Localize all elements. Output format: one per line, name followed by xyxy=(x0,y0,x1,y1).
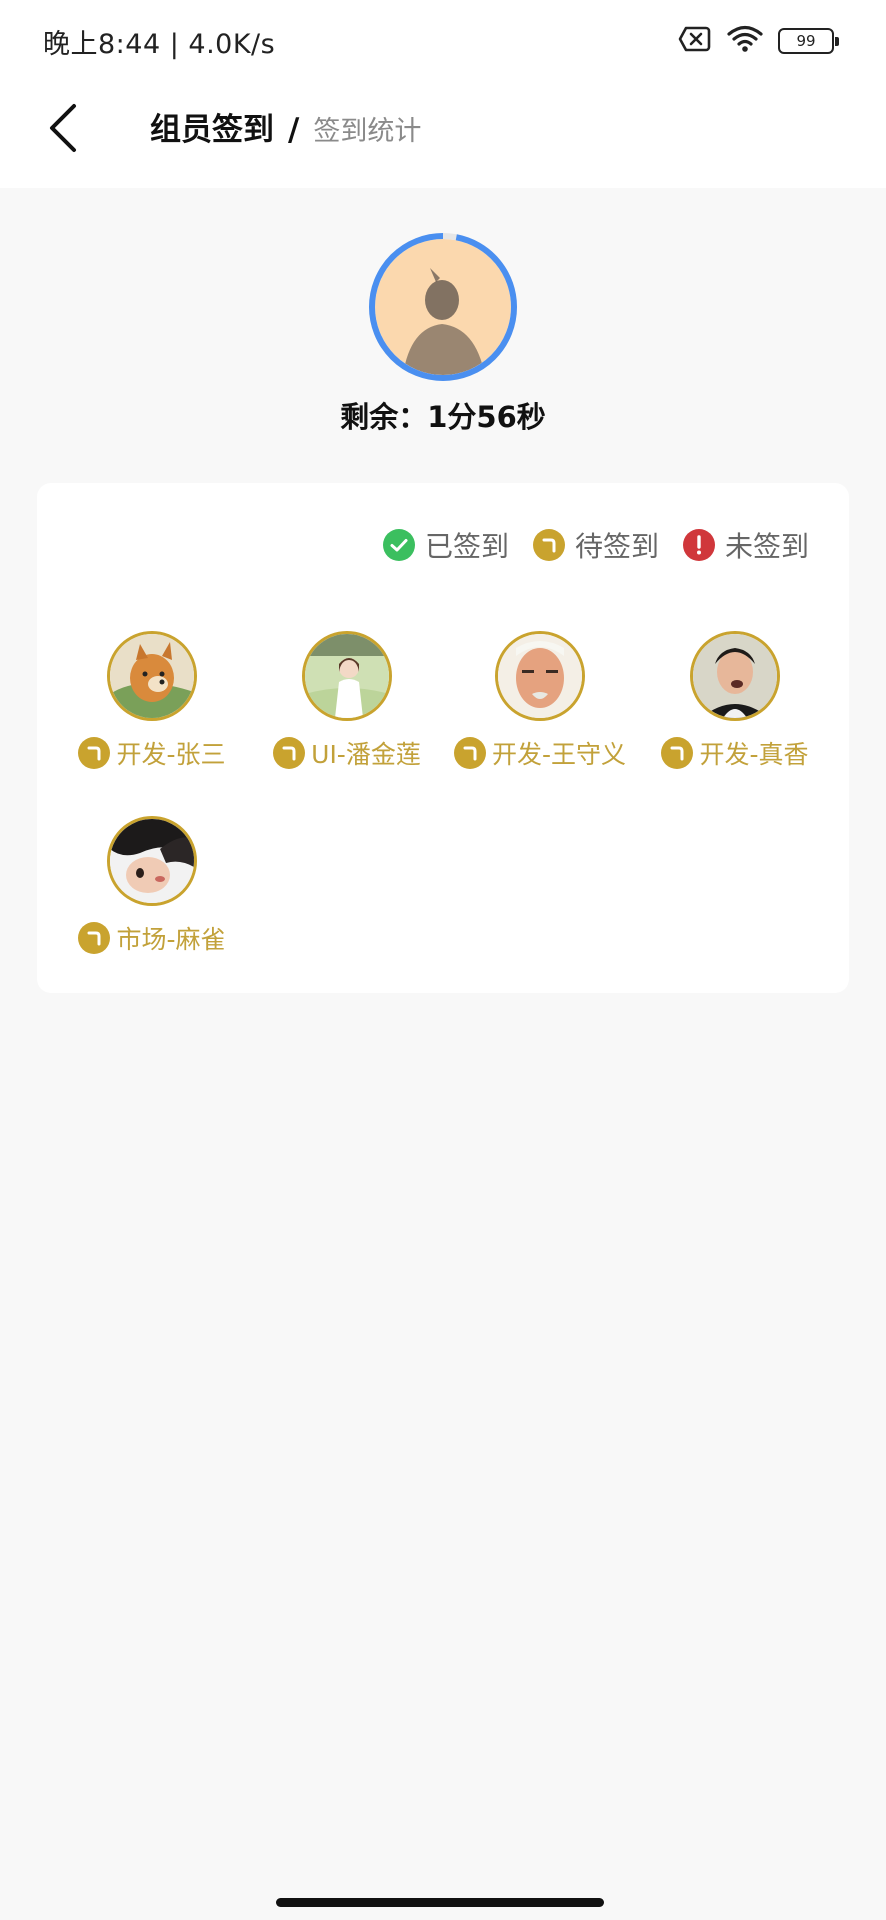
pending-clock-icon xyxy=(78,737,111,769)
member-item[interactable]: 开发-真香 xyxy=(635,631,835,771)
timer-avatar xyxy=(368,232,518,382)
wifi-icon xyxy=(726,24,764,58)
pending-clock-icon xyxy=(453,737,486,769)
timer-label: 剩余：1分56秒 xyxy=(340,400,546,434)
legend: 已签到 待签到 未签到 xyxy=(382,525,809,565)
back-button[interactable] xyxy=(42,98,92,158)
pending-clock-icon xyxy=(273,737,306,769)
girl-avatar xyxy=(302,631,392,721)
pending-clock-icon xyxy=(78,922,111,954)
member-item[interactable]: 市场-麻雀 xyxy=(52,816,252,956)
man-avatar xyxy=(690,631,780,721)
page-title[interactable]: 组员签到 xyxy=(150,104,274,149)
member-name: 开发-张三 xyxy=(116,740,226,769)
legend-signed: 已签到 xyxy=(382,525,509,565)
status-icons: 99 xyxy=(678,24,839,58)
pending-clock-icon xyxy=(661,737,694,769)
member-item[interactable]: 开发-张三 xyxy=(52,631,252,771)
page-subtitle: 签到统计 xyxy=(313,116,422,147)
member-name: 市场-麻雀 xyxy=(116,925,226,954)
breadcrumb: 组员签到 / 签到统计 xyxy=(150,104,421,149)
child-avatar xyxy=(107,816,197,906)
battery-level: 99 xyxy=(796,32,816,50)
old-man-avatar xyxy=(495,631,585,721)
check-circle-icon xyxy=(382,529,415,561)
header: 组员签到 / 签到统计 xyxy=(0,78,886,188)
battery-icon: 99 xyxy=(778,28,839,54)
status-time: 晚上8:44 | 4.0K/s xyxy=(43,29,276,60)
home-indicator[interactable] xyxy=(276,1898,604,1907)
legend-pending: 待签到 xyxy=(532,525,659,565)
alert-circle-icon xyxy=(682,529,715,561)
member-name: UI-潘金莲 xyxy=(311,740,421,769)
member-name: 开发-真香 xyxy=(699,740,809,769)
member-item[interactable]: UI-潘金莲 xyxy=(247,631,447,771)
legend-label: 已签到 xyxy=(424,530,509,563)
legend-label: 待签到 xyxy=(574,530,659,563)
back-arrow-icon xyxy=(50,104,76,152)
status-bar: 晚上8:44 | 4.0K/s 99 xyxy=(0,0,886,78)
signin-card: 已签到 待签到 未签到 开发-张三 UI-潘金莲 开发-王守义 开发-真香 市场… xyxy=(37,483,849,993)
legend-label: 未签到 xyxy=(724,530,809,563)
member-name: 开发-王守义 xyxy=(491,740,627,769)
pending-clock-icon xyxy=(532,529,565,561)
legend-absent: 未签到 xyxy=(682,525,809,565)
dog-avatar xyxy=(107,631,197,721)
member-item[interactable]: 开发-王守义 xyxy=(440,631,640,771)
breadcrumb-separator: / xyxy=(288,112,300,148)
sim-off-icon xyxy=(678,25,712,57)
